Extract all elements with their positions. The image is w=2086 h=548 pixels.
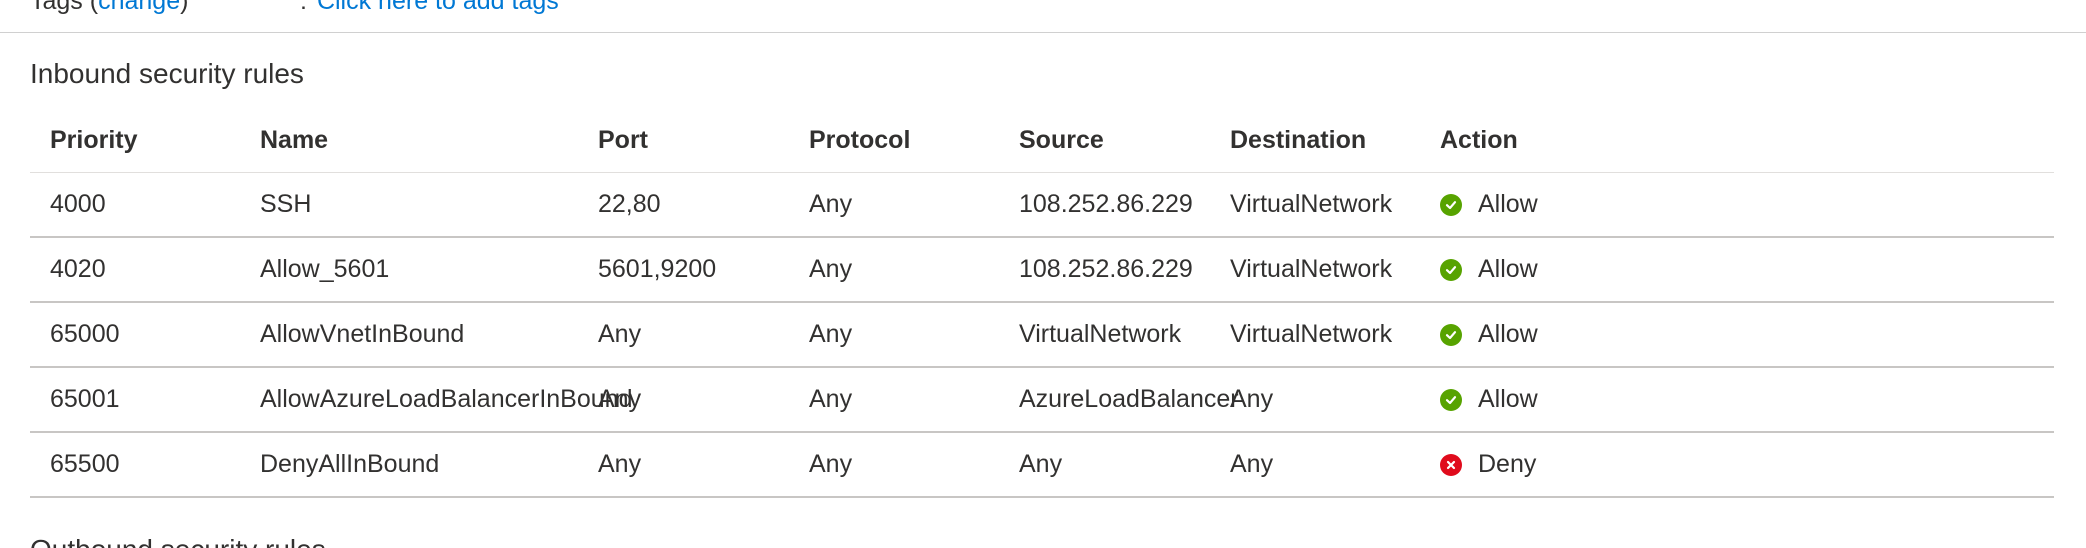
change-tags-link[interactable]: change <box>98 0 180 16</box>
cell-priority: 4000 <box>30 172 240 238</box>
cell-action: Allow <box>1420 172 2054 238</box>
tags-label-end: ) <box>180 0 189 15</box>
cell-protocol: Any <box>789 237 999 303</box>
column-header-source[interactable]: Source <box>999 108 1210 173</box>
cell-port: Any <box>578 367 789 433</box>
check-circle-icon <box>1440 193 1462 216</box>
action-label: Deny <box>1478 450 1537 478</box>
cell-port: 22,80 <box>578 172 789 238</box>
nsg-overview-page: Tags (change) : Click here to add tags In… <box>0 0 2086 548</box>
cell-protocol: Any <box>789 172 999 238</box>
table-row[interactable]: 65000 AllowVnetInBound Any Any VirtualNetwor… <box>30 302 2054 368</box>
cell-action: Deny <box>1420 432 2054 498</box>
cell-source: AzureLoadBalancer <box>999 367 1239 433</box>
action-label: Allow <box>1478 190 1538 218</box>
cell-name: AllowAzureLoadBalancerInBound <box>240 367 632 433</box>
cell-port: Any <box>578 432 789 498</box>
table-row[interactable]: 65500 DenyAllInBound Any Any Any Any Deny <box>30 432 2054 498</box>
essentials-divider <box>0 32 2086 33</box>
cell-port: 5601,9200 <box>578 237 789 303</box>
outbound-section-title: Outbound security rules <box>30 532 326 548</box>
check-circle-icon <box>1440 258 1462 281</box>
column-header-action[interactable]: Action <box>1420 108 2054 173</box>
inbound-rules-table: Priority Name Port Protocol Source Desti… <box>30 108 2054 498</box>
column-header-protocol[interactable]: Protocol <box>789 108 999 173</box>
cell-source: 108.252.86.229 <box>999 237 1210 303</box>
tags-value: : Click here to add tags <box>300 0 559 16</box>
cell-priority: 65001 <box>30 367 240 433</box>
cell-source: Any <box>999 432 1210 498</box>
cell-destination: VirtualNetwork <box>1210 172 1420 238</box>
column-header-port[interactable]: Port <box>578 108 789 173</box>
action-status: Deny <box>1440 450 2054 479</box>
cell-name: Allow_5601 <box>240 237 578 303</box>
table-row[interactable]: 4000 SSH 22,80 Any 108.252.86.229 VirtualNetw… <box>30 172 2054 238</box>
cell-destination: VirtualNetwork <box>1210 237 1420 303</box>
column-header-priority[interactable]: Priority <box>30 108 240 173</box>
add-tags-link[interactable]: Click here to add tags <box>317 0 559 15</box>
cell-port: Any <box>578 302 789 368</box>
table-row[interactable]: 65001 AllowAzureLoadBalancerInBound Any Any… <box>30 367 2054 433</box>
cell-priority: 4020 <box>30 237 240 303</box>
cell-name: SSH <box>240 172 578 238</box>
table-row[interactable]: 4020 Allow_5601 5601,9200 Any 108.252.86.229… <box>30 237 2054 303</box>
cell-protocol: Any <box>789 432 999 498</box>
check-circle-icon <box>1440 388 1462 411</box>
tags-colon: : <box>300 0 307 15</box>
check-circle-icon <box>1440 323 1462 346</box>
cell-action: Allow <box>1420 237 2054 303</box>
cell-destination: Any <box>1210 367 1420 433</box>
error-circle-icon <box>1440 453 1462 476</box>
cell-action: Allow <box>1420 367 2054 433</box>
action-label: Allow <box>1478 320 1538 348</box>
cell-protocol: Any <box>789 367 999 433</box>
cell-source: 108.252.86.229 <box>999 172 1210 238</box>
cell-destination: VirtualNetwork <box>1210 302 1420 368</box>
action-status: Allow <box>1440 385 2054 414</box>
cell-priority: 65000 <box>30 302 240 368</box>
cell-destination: Any <box>1210 432 1420 498</box>
inbound-section-title: Inbound security rules <box>30 58 304 89</box>
column-header-destination[interactable]: Destination <box>1210 108 1420 173</box>
cell-priority: 65500 <box>30 432 240 498</box>
cell-name: AllowVnetInBound <box>240 302 578 368</box>
table-header-row: Priority Name Port Protocol Source Desti… <box>30 108 2054 173</box>
action-status: Allow <box>1440 320 2054 349</box>
action-label: Allow <box>1478 385 1538 413</box>
cell-source: VirtualNetwork <box>999 302 1210 368</box>
action-label: Allow <box>1478 255 1538 283</box>
tags-label-row: Tags (change) <box>30 0 188 16</box>
action-status: Allow <box>1440 190 2054 219</box>
action-status: Allow <box>1440 255 2054 284</box>
tags-label: Tags ( <box>30 0 99 15</box>
cell-name: DenyAllInBound <box>240 432 578 498</box>
cell-protocol: Any <box>789 302 999 368</box>
cell-action: Allow <box>1420 302 2054 368</box>
column-header-name[interactable]: Name <box>240 108 578 173</box>
